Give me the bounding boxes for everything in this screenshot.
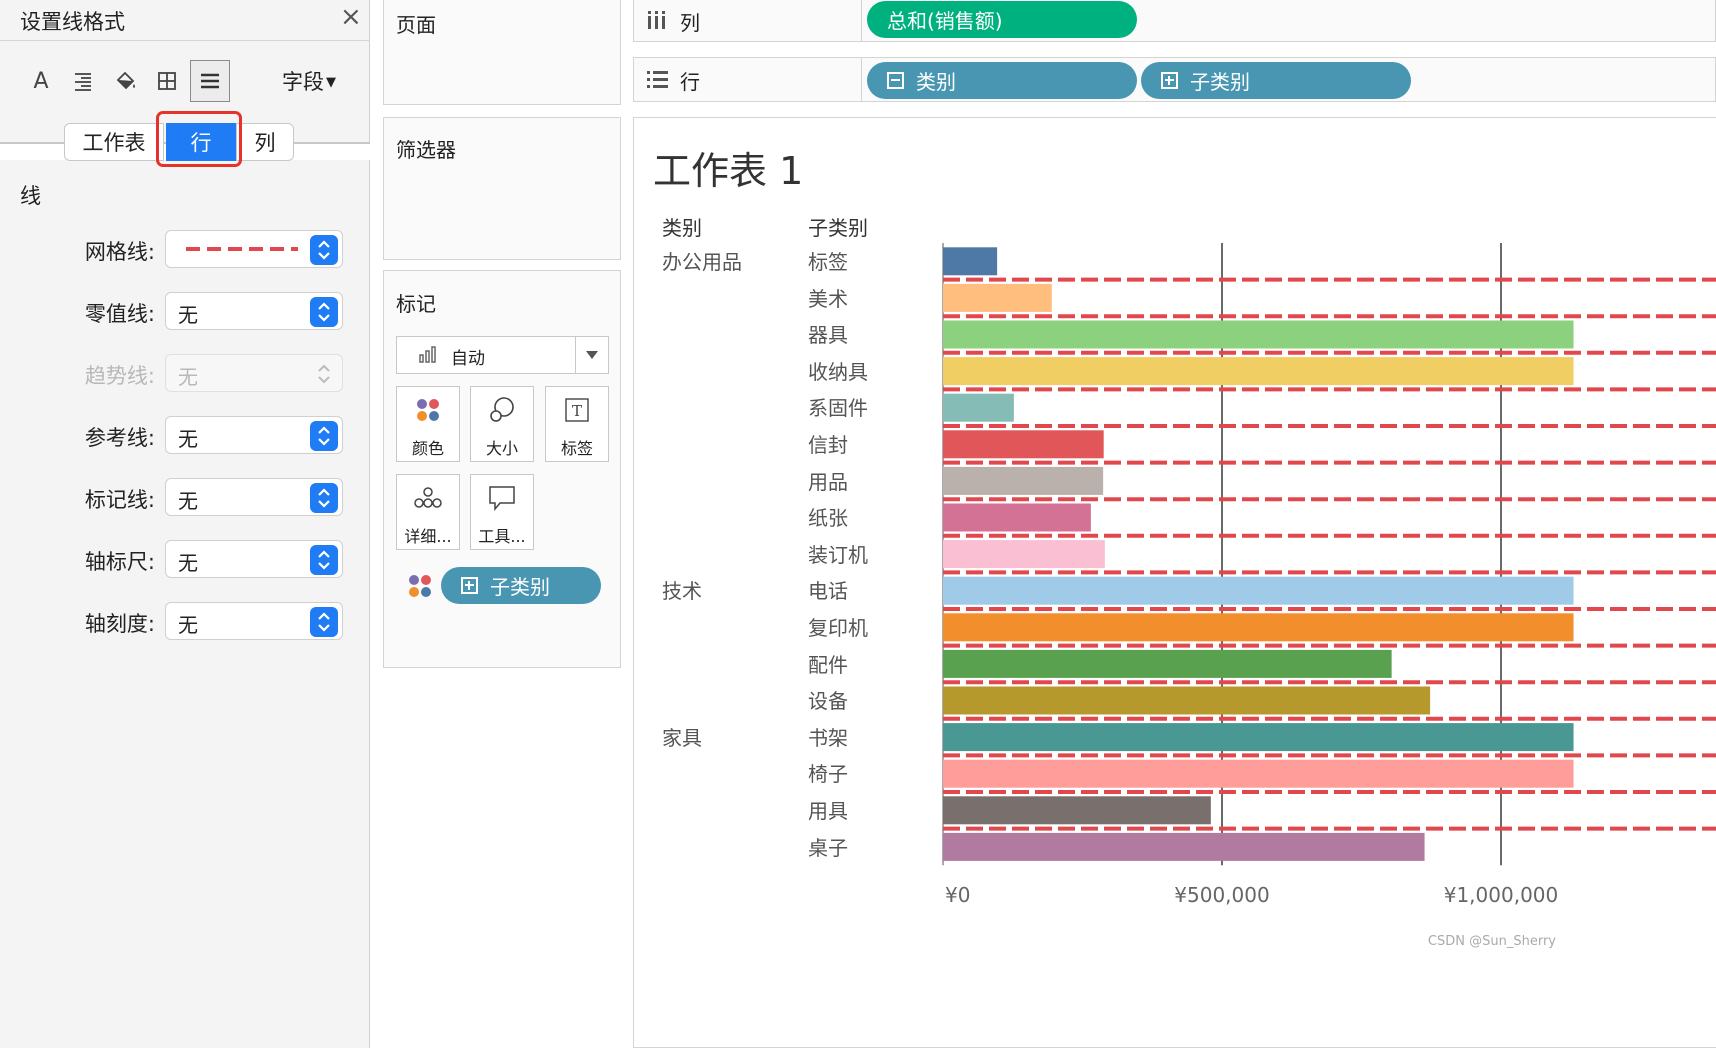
bar-美术 [943, 283, 1052, 312]
bar-信封 [943, 430, 1104, 459]
bar-chart: ¥0 ¥500,000 ¥1,000,000 [942, 243, 1716, 907]
x-tick-label: ¥1,000,000 [1444, 883, 1559, 907]
x-tick-label: ¥0 [945, 883, 970, 907]
bar-复印机 [943, 613, 1574, 642]
bar-用具 [943, 796, 1211, 825]
bar-书架 [943, 723, 1574, 752]
bar-收纳具 [943, 357, 1574, 386]
bar-系固件 [943, 393, 1014, 422]
bar-装订机 [943, 540, 1105, 569]
bar-纸张 [943, 503, 1091, 532]
x-tick-label: ¥500,000 [1174, 883, 1269, 907]
bar-桌子 [943, 832, 1425, 861]
watermark: CSDN @Sun_Sherry [1427, 934, 1556, 949]
bar-设备 [943, 686, 1431, 715]
bar-标签 [943, 247, 998, 276]
bar-电话 [943, 576, 1574, 605]
bar-用品 [943, 466, 1104, 495]
bar-椅子 [943, 759, 1574, 788]
bar-器具 [943, 320, 1574, 349]
bar-配件 [943, 649, 1392, 678]
